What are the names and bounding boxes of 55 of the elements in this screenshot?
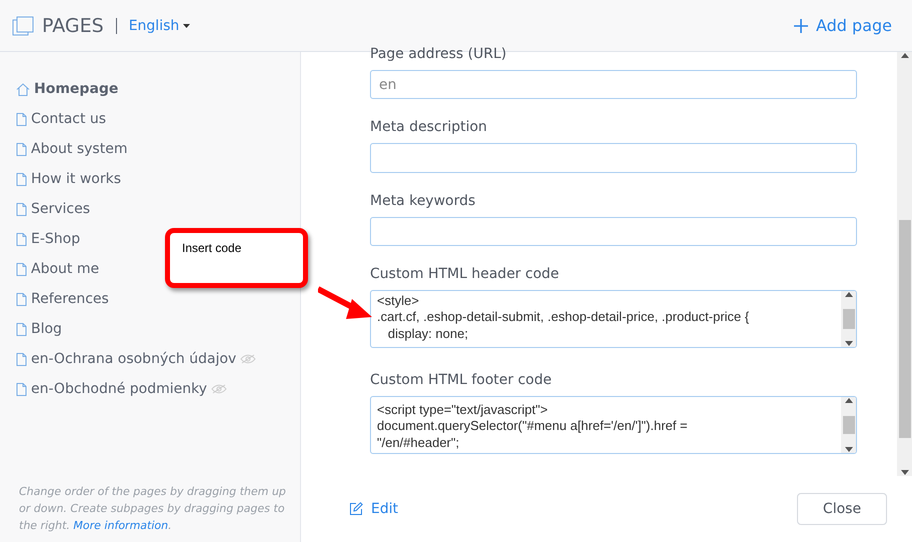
edit-icon [349, 502, 363, 516]
page-item[interactable]: en-Obchodné podmienky [16, 374, 228, 404]
help-text: Change order of the pages by dragging them up or down. Create subpages by dragging pages to the right. More information. [19, 484, 287, 534]
close-button[interactable]: Close [797, 493, 887, 525]
page-item[interactable]: How it works [16, 164, 121, 194]
scrollbar[interactable] [841, 290, 856, 347]
scroll-up-icon[interactable] [844, 290, 852, 299]
code-field[interactable]: <style> .cart.cf, .eshop-detail-submit, .eshop-detail-price, .product-price { display: none; [370, 290, 857, 348]
caret-icon [183, 24, 190, 28]
page-icon [16, 382, 27, 396]
field-label: Custom HTML footer code [370, 370, 553, 390]
eye-icon [211, 384, 228, 394]
scroll-down-icon[interactable] [900, 468, 908, 476]
eye-icon [240, 354, 256, 364]
text-field[interactable]: en [370, 70, 857, 100]
page-title: PAGES [42, 14, 104, 36]
code-field[interactable]: <script type="text/javascript"> document.querySelector("#menu a[href='/en/']").href = "/en/#header"; [370, 396, 857, 454]
page-item[interactable]: en-Ochrana osobných údajov [16, 344, 256, 374]
field-label: Meta keywords [370, 192, 476, 210]
page-item[interactable]: E-Shop [16, 224, 80, 254]
page-item[interactable]: Blog [16, 314, 62, 344]
page-item[interactable]: Services [16, 194, 90, 224]
language-dropdown[interactable]: English [128, 18, 190, 34]
scroll-up-icon[interactable] [900, 52, 908, 60]
text-field[interactable] [370, 216, 857, 246]
page-scrollbar[interactable] [897, 52, 912, 476]
add-page-button[interactable]: Add page [794, 16, 892, 35]
page-icon [16, 172, 27, 186]
field-label: Custom HTML header code [370, 264, 560, 284]
page-icon [16, 352, 27, 366]
more-information-link[interactable]: More information [73, 519, 168, 532]
page-icon [16, 232, 27, 246]
page-icon [16, 112, 27, 126]
page-item[interactable]: About me [16, 254, 100, 284]
text-field[interactable] [370, 143, 857, 172]
page-icon [16, 262, 27, 276]
plus-icon [794, 18, 808, 32]
edit-link[interactable]: Edit [343, 500, 404, 518]
page-item[interactable]: Contact us [16, 104, 106, 134]
scroll-up-icon[interactable] [844, 396, 852, 405]
page-icon [16, 292, 27, 306]
field-label: Page address (URL) [370, 45, 508, 64]
scrollbar[interactable] [841, 396, 856, 453]
home-icon [16, 82, 30, 96]
page-item[interactable]: About system [16, 134, 128, 164]
page-icon [16, 202, 27, 216]
callout-tooltip: Insert code [165, 228, 308, 288]
field-label: Meta description [370, 118, 488, 138]
page-icon [16, 322, 27, 336]
page-item[interactable]: References [16, 284, 109, 314]
scroll-down-icon[interactable] [844, 444, 852, 453]
page-item[interactable]: Homepage [16, 74, 118, 104]
page-icon [16, 142, 27, 156]
scroll-down-icon[interactable] [844, 338, 852, 347]
pages-icon [12, 16, 34, 36]
